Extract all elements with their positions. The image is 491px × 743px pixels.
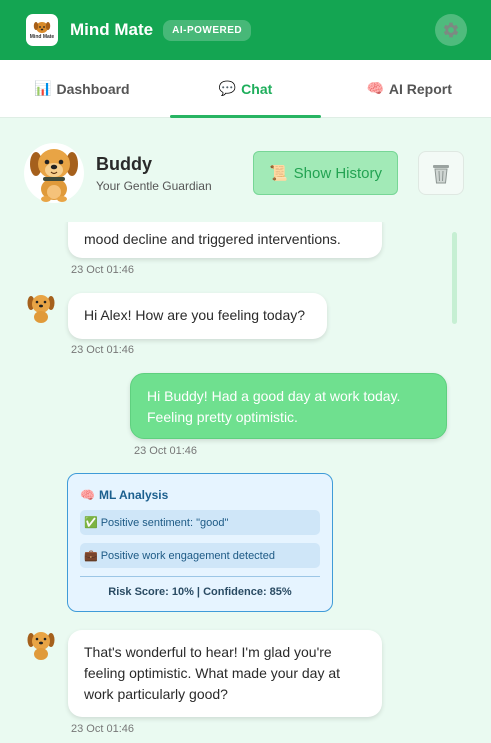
trash-icon: [433, 165, 449, 184]
divider: [80, 576, 320, 577]
bot-subtitle: Your Gentle Guardian: [96, 178, 212, 193]
tab-dashboard[interactable]: 📊 Dashboard: [0, 60, 164, 117]
app-logo: Mind Mate: [26, 14, 58, 46]
show-history-button[interactable]: 📜 Show History: [253, 151, 398, 195]
gear-icon: [443, 22, 459, 38]
tab-label: Chat: [241, 80, 273, 97]
speech-bubble-icon: 💬: [218, 80, 237, 96]
message-text: mood decline and triggered interventions…: [84, 231, 341, 247]
tab-label: AI Report: [388, 80, 452, 97]
brain-icon: 🧠: [366, 80, 384, 96]
settings-button[interactable]: [435, 14, 467, 46]
ai-powered-badge: AI-POWERED: [163, 19, 252, 41]
brain-icon: 🧠: [80, 488, 95, 502]
briefcase-icon: 💼: [84, 550, 98, 562]
message-time: 23 Oct 01:46: [71, 344, 134, 356]
ml-analysis-item: 💼 Positive work engagement detected: [80, 543, 320, 568]
message-time: 23 Oct 01:46: [134, 445, 197, 457]
user-message: Hi Buddy! Had a good day at work today. …: [130, 373, 447, 439]
ml-analysis-label: ML Analysis: [98, 488, 169, 502]
message-time: 23 Oct 01:46: [71, 723, 134, 735]
message-list[interactable]: mood decline and triggered interventions…: [0, 222, 491, 743]
bot-meta: Buddy Your Gentle Guardian: [96, 154, 212, 193]
chat-header: Buddy Your Gentle Guardian 📜 Show Histor…: [24, 142, 464, 204]
checkmark-icon: ✅: [84, 517, 98, 529]
tab-label: Dashboard: [56, 80, 130, 97]
dog-avatar-icon: [27, 295, 55, 323]
bot-message: Hi Alex! How are you feeling today?: [68, 293, 327, 339]
show-history-label: Show History: [293, 164, 383, 182]
ml-analysis-card: 🧠 ML Analysis ✅ Positive sentiment: "goo…: [67, 473, 333, 612]
tab-bar: 📊 Dashboard 💬 Chat 🧠 AI Report: [0, 60, 491, 118]
message-time: 23 Oct 01:46: [71, 264, 134, 276]
scroll-icon: 📜: [268, 165, 288, 182]
message-text: That's wonderful to hear! I'm glad you'r…: [84, 644, 341, 702]
app-name: Mind Mate: [70, 20, 154, 39]
ml-analysis-title: 🧠 ML Analysis: [80, 488, 320, 502]
top-bar: Mind Mate Mind Mate AI-POWERED: [0, 0, 491, 60]
dog-avatar-icon: [27, 632, 55, 660]
dog-avatar-icon: [30, 149, 78, 202]
logo-text: Mind Mate: [29, 34, 55, 40]
bot-message: mood decline and triggered interventions…: [68, 222, 382, 258]
clear-chat-button[interactable]: [418, 151, 464, 195]
buddy-avatar: [24, 143, 84, 203]
dog-logo-icon: [33, 22, 51, 33]
ml-item-text: Positive work engagement detected: [100, 549, 275, 562]
risk-score-summary: Risk Score: 10% | Confidence: 85%: [108, 586, 292, 598]
tab-ai-report[interactable]: 🧠 AI Report: [327, 60, 491, 117]
bot-message: That's wonderful to hear! I'm glad you'r…: [68, 630, 382, 717]
ml-analysis-item: ✅ Positive sentiment: "good": [80, 510, 320, 535]
tab-chat[interactable]: 💬 Chat: [164, 60, 328, 118]
message-text: Hi Alex! How are you feeling today?: [84, 307, 306, 323]
scrollbar[interactable]: [452, 232, 457, 324]
chart-icon: 📊: [34, 80, 52, 96]
ml-item-text: Positive sentiment: "good": [100, 516, 229, 529]
message-text: Hi Buddy! Had a good day at work today. …: [147, 388, 401, 425]
bot-name: Buddy: [96, 153, 152, 174]
